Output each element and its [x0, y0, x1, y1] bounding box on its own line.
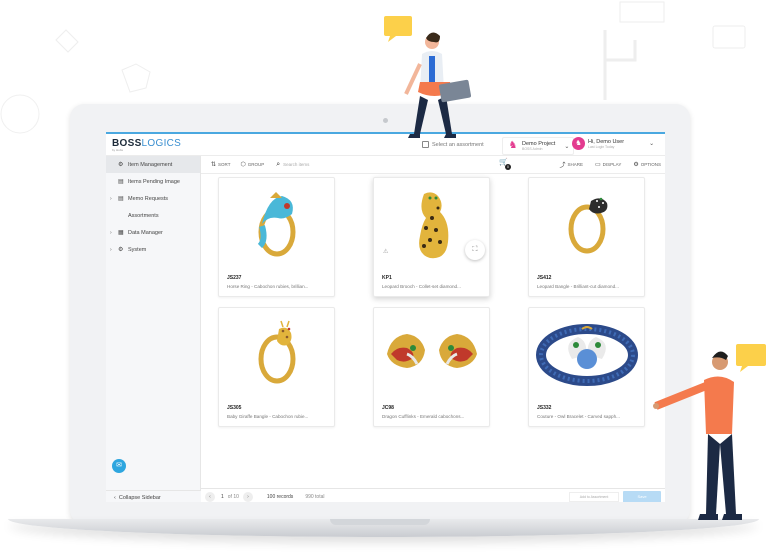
total-count: 990 total — [305, 493, 325, 500]
user-menu[interactable]: ♞ Hi, Demo User Last Login Today ⌄ — [572, 137, 654, 150]
add-to-assortment-field[interactable]: Add to Assortment — [569, 492, 619, 502]
search-placeholder: Search items — [283, 162, 310, 167]
app-screen: BOSSLOGICS by Hubs Select an assortment … — [106, 132, 665, 502]
item-code: KP1 — [382, 275, 392, 281]
user-last-login: Last Login Today — [588, 144, 615, 149]
cart-count-badge: 0 — [505, 164, 511, 170]
logo-subtitle: by Hubs — [112, 147, 124, 152]
chevron-right-icon: › — [110, 246, 112, 253]
item-card[interactable]: JS237 Horse Ring - Cabochon rubies, bril… — [218, 177, 335, 297]
sidebar-item-item-management[interactable]: ⚙ Item Management — [106, 156, 200, 173]
search-input[interactable]: ⌕ Search items — [276, 161, 476, 169]
item-card[interactable]: ⚠ ⛶ KP1 Leopard Brooch - Collet-set diam… — [373, 177, 490, 297]
gear-icon: ⚙ — [118, 162, 124, 168]
options-button[interactable]: ⚙ OPTIONS — [633, 161, 661, 168]
chevron-down-icon: ⌄ — [564, 143, 570, 150]
sidebar-item-label: Memo Requests — [128, 195, 169, 202]
document-icon: ▤ — [118, 179, 124, 185]
collapse-sidebar-label: Collapse Sidebar — [118, 494, 161, 501]
sidebar-list: ⚙ Item Management ▤ Items Pending Image › ▤ Me… — [106, 156, 200, 258]
sidebar-item-label: Data Manager — [128, 229, 163, 236]
logo[interactable]: BOSSLOGICS by Hubs — [112, 138, 181, 152]
warning-icon: ⚠ — [383, 249, 389, 255]
item-description: Dragon Cufflinks - Emerald cabochons... — [382, 414, 465, 419]
next-page-button[interactable]: › — [242, 491, 253, 502]
group-label: GROUP — [247, 162, 265, 167]
item-card[interactable]: JC98 Dragon Cufflinks - Emerald cabochon… — [373, 307, 490, 427]
share-button[interactable]: ⤴ SHARE — [559, 160, 583, 169]
chat-icon[interactable]: ✉ — [112, 459, 126, 473]
display-button[interactable]: ▭ DISPLAY — [595, 161, 621, 168]
project-selector[interactable]: ♞ Demo Project BOSS Admin ⌄ — [502, 137, 575, 155]
sidebar-item-assortments[interactable]: Assortments — [106, 207, 200, 224]
gear-icon: ⚙ — [118, 247, 124, 253]
item-code: JS305 — [227, 405, 242, 411]
sort-label: SORT — [218, 162, 231, 167]
clipboard-icon: ▦ — [118, 230, 124, 236]
document-icon: ▤ — [118, 196, 124, 202]
chevron-left-icon: ‹ — [114, 494, 116, 501]
sidebar-item-label: Item Management — [128, 161, 173, 168]
options-label: OPTIONS — [640, 162, 661, 167]
share-label: SHARE — [567, 162, 583, 167]
records-per-page[interactable]: 100 records — [267, 494, 293, 500]
item-description: Leopard Bangle - Brilliant-cut diamond..… — [537, 284, 619, 289]
display-label: DISPLAY — [602, 162, 622, 167]
sidebar-item-label: Assortments — [128, 212, 159, 219]
avatar: ♞ — [572, 137, 585, 150]
current-page[interactable]: 1 — [221, 494, 224, 500]
chevron-right-icon: › — [110, 229, 112, 236]
item-code: JS237 — [227, 275, 242, 281]
man-pointing-illustration — [653, 344, 766, 520]
item-description: Baby Giraffe Bangle - Cabochon rubie... — [227, 414, 309, 419]
gear-icon: ⚙ — [633, 162, 639, 168]
item-card[interactable]: JS332 Couture - Owl Bracelet - Carved sa… — [528, 307, 645, 427]
laptop-notch — [330, 519, 430, 525]
sidebar: ⚙ Item Management ▤ Items Pending Image › ▤ Me… — [106, 156, 201, 502]
item-image — [219, 308, 334, 400]
item-image — [529, 308, 644, 400]
item-code: JS332 — [537, 405, 552, 411]
search-icon: ⌕ — [276, 160, 281, 168]
cube-icon: ⬡ — [240, 162, 246, 168]
collapse-sidebar-button[interactable]: ‹ Collapse Sidebar — [106, 490, 201, 502]
chevron-right-icon: › — [110, 195, 112, 202]
item-description: Couture - Owl Bracelet - Carved sapph... — [537, 414, 620, 419]
share-icon: ⤴ — [559, 163, 566, 169]
item-code: JS412 — [537, 275, 552, 281]
item-image — [529, 178, 644, 270]
previous-page-button[interactable]: ‹ — [205, 491, 215, 502]
item-description: Leopard Brooch - Collet-set diamond... — [382, 284, 461, 289]
sidebar-item-system[interactable]: › ⚙ System — [106, 241, 200, 258]
monitor-icon: ▭ — [594, 162, 601, 168]
expand-icon[interactable]: ⛶ — [465, 240, 485, 260]
sidebar-item-label: System — [128, 246, 147, 253]
woman-with-laptop-illustration — [384, 16, 472, 138]
unicorn-icon: ♞ — [508, 140, 518, 151]
pagination-bar: ‹ 1 of 10 › 100 records 990 total Add to… — [201, 488, 665, 502]
item-code: JC98 — [382, 405, 394, 411]
chevron-down-icon: ⌄ — [649, 141, 655, 147]
sort-icon: ⇅ — [211, 162, 217, 168]
item-card[interactable]: JS305 Baby Giraffe Bangle - Cabochon rub… — [218, 307, 335, 427]
sidebar-item-label: Items Pending Image — [128, 178, 180, 185]
item-card[interactable]: JS412 Leopard Bangle - Brilliant-cut dia… — [528, 177, 645, 297]
cart-button[interactable]: 🛒 0 — [499, 158, 511, 170]
item-image — [219, 178, 334, 270]
hero-illustration: BOSSLOGICS by Hubs Select an assortment … — [0, 0, 767, 559]
sidebar-item-data-manager[interactable]: › ▦ Data Manager — [106, 224, 200, 241]
page-count: of 10 — [227, 493, 239, 500]
group-button[interactable]: ⬡ GROUP — [240, 161, 264, 168]
project-sub: BOSS Admin — [522, 147, 543, 151]
sidebar-item-items-pending-image[interactable]: ▤ Items Pending Image — [106, 173, 200, 190]
item-description: Horse Ring - Cabochon rubies, brillian..… — [227, 284, 309, 289]
sidebar-item-memo-requests[interactable]: › ▤ Memo Requests — [106, 190, 200, 207]
item-image — [374, 308, 489, 400]
sort-button[interactable]: ⇅ SORT — [211, 161, 230, 168]
